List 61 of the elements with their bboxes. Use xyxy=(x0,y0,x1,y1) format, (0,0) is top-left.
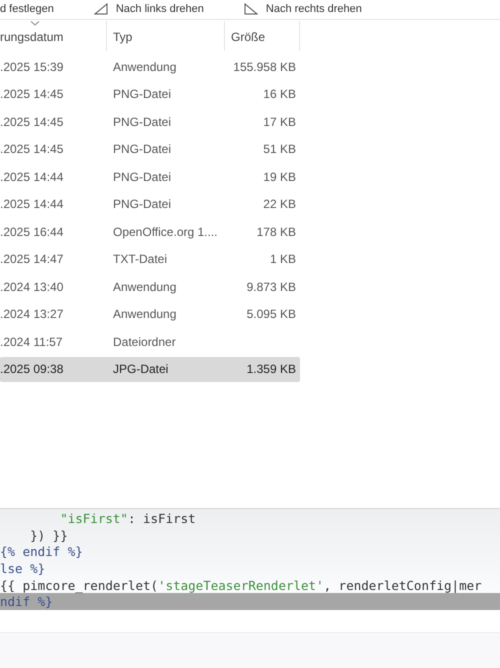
date-cell-text: .2024 13:27 xyxy=(0,307,64,321)
type-cell-text: PNG-Datei xyxy=(112,197,172,211)
file-row[interactable]: .2025 15:39 Anwendung 155.958 KB xyxy=(0,54,300,79)
file-row[interactable]: .2024 13:27 Anwendung 5.095 KB xyxy=(0,302,300,326)
date-cell-text: .2025 14:47 xyxy=(0,252,64,266)
size-cell-text: 9.873 KB xyxy=(246,280,297,294)
size-cell-text: 17 KB xyxy=(262,114,297,128)
column-header[interactable]: Typ xyxy=(107,21,225,51)
date-cell-text: .2024 13:40 xyxy=(0,280,64,294)
rotate-right-icon xyxy=(244,3,258,15)
date-cell-text: .2025 14:44 xyxy=(0,170,64,184)
code-line: "isFirst": isFirst xyxy=(59,510,197,527)
type-cell-text: TXT-Datei xyxy=(112,252,168,266)
size-cell-text: 51 KB xyxy=(262,142,297,156)
toolbar-button[interactable]: Nach rechts drehen xyxy=(244,3,362,15)
size-cell-text: 19 KB xyxy=(262,170,297,184)
file-row[interactable]: .2025 14:44 PNG-Datei 22 KB xyxy=(0,192,300,216)
toolbar-button[interactable]: d festlegen xyxy=(0,3,54,15)
date-cell-text: .2025 09:38 xyxy=(0,362,64,376)
date-cell-text: .2025 15:39 xyxy=(0,60,64,74)
file-row[interactable]: .2025 14:45 PNG-Datei 51 KB xyxy=(0,136,300,162)
file-row[interactable]: .2025 16:44 OpenOffice.org 1.... 178 KB xyxy=(0,219,300,244)
code-line: {{ pimcore_renderlet('stageTeaserRenderlet', renderletConfig|mer xyxy=(0,576,483,594)
type-cell-text: JPG-Datei xyxy=(112,362,170,376)
date-cell-text: .2024 11:57 xyxy=(0,334,64,348)
type-cell-text: PNG-Datei xyxy=(112,87,172,101)
size-cell-text: 22 KB xyxy=(262,197,297,211)
file-row[interactable]: .2025 14:45 PNG-Datei 17 KB xyxy=(0,109,300,134)
date-cell-text: .2025 14:45 xyxy=(0,142,64,156)
size-cell-text: 155.958 KB xyxy=(232,60,297,74)
date-cell-text: .2025 14:45 xyxy=(0,87,64,101)
type-cell-text: Anwendung xyxy=(112,307,178,321)
type-cell-text: Anwendung xyxy=(112,280,178,294)
sort-chevron-icon xyxy=(30,21,40,26)
type-cell-text: PNG-Datei xyxy=(112,142,172,156)
date-cell-text: .2025 14:44 xyxy=(0,197,64,211)
date-cell-text: .2025 16:44 xyxy=(0,224,64,238)
size-cell-text: 1.359 KB xyxy=(246,362,297,376)
date-cell-text: .2025 14:45 xyxy=(0,114,64,128)
type-cell-text: PNG-Datei xyxy=(112,170,172,184)
code-line: {% endif %} xyxy=(0,543,84,560)
type-cell-text: Anwendung xyxy=(112,60,178,74)
file-row[interactable]: .2025 14:45 PNG-Datei 16 KB xyxy=(0,82,300,106)
type-cell-text: OpenOffice.org 1.... xyxy=(112,224,219,238)
file-row[interactable]: .2024 13:40 Anwendung 9.873 KB xyxy=(0,274,300,299)
type-cell-text: Dateiordner xyxy=(112,334,177,348)
size-cell-text: 5.095 KB xyxy=(246,307,297,321)
size-cell-text: 1 KB xyxy=(268,252,297,266)
file-row[interactable]: .2024 11:57 Dateiordner xyxy=(0,329,300,354)
toolbar-button[interactable]: Nach links drehen xyxy=(94,3,204,15)
type-cell-text: PNG-Datei xyxy=(112,114,172,128)
size-cell-text: 178 KB xyxy=(256,224,297,238)
size-cell-text: 16 KB xyxy=(262,87,297,101)
column-header[interactable]: Größe xyxy=(225,21,300,51)
file-row[interactable]: .2025 14:44 PNG-Datei 19 KB xyxy=(0,164,300,189)
file-row[interactable]: .2025 14:47 TXT-Datei 1 KB xyxy=(0,246,300,272)
code-line: }) }} xyxy=(29,526,69,544)
rotate-left-icon xyxy=(94,3,108,15)
file-row[interactable]: .2025 09:38 JPG-Datei 1.359 KB xyxy=(0,356,300,382)
code-line: lse %} xyxy=(0,560,46,577)
column-header[interactable]: rungsdatum xyxy=(0,21,107,51)
